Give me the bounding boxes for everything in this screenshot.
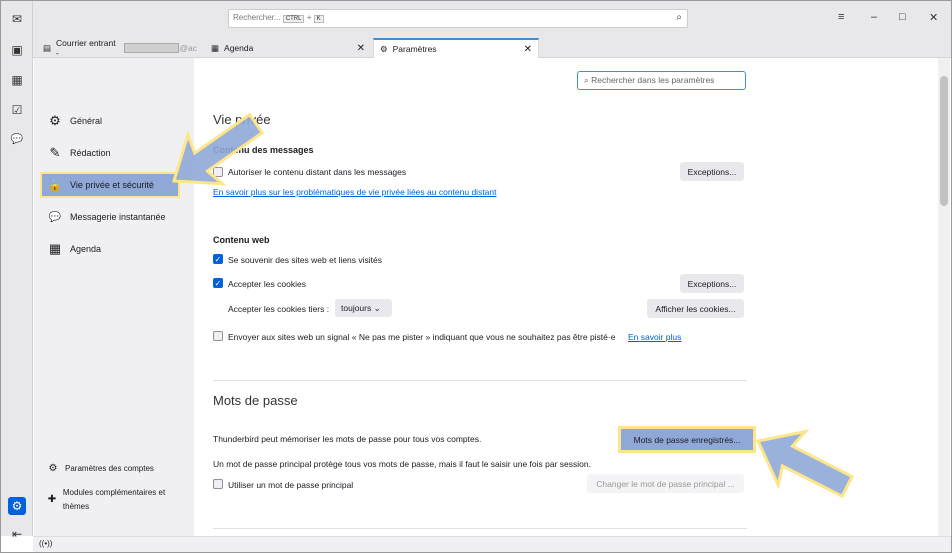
tab-inbox[interactable]: ▤ Courrier entrant - @ac bbox=[37, 38, 203, 58]
global-search-input[interactable]: Rechercher... CTRL + K ⌕ bbox=[228, 9, 688, 28]
kbd-k: K bbox=[313, 15, 324, 23]
redacted-email bbox=[124, 43, 180, 53]
allow-remote-label: Autoriser le contenu distant dans les me… bbox=[228, 167, 407, 177]
change-primary-button[interactable]: Changer le mot de passe principal ... bbox=[587, 474, 744, 493]
mail-icon[interactable]: ✉ bbox=[10, 12, 24, 26]
saved-passwords-button[interactable]: Mots de passe enregistrés... bbox=[618, 426, 756, 453]
minimize-button[interactable]: – bbox=[871, 11, 877, 23]
chat-icon: 💬 bbox=[48, 211, 62, 223]
heading-web-content: Contenu web bbox=[213, 235, 270, 245]
search-icon[interactable]: ⌕ bbox=[676, 12, 682, 23]
remote-exceptions-button[interactable]: Exceptions... bbox=[680, 162, 744, 181]
scrollbar-thumb[interactable] bbox=[940, 76, 948, 206]
sidebar-item-label: Modules complémentaires et thèmes bbox=[62, 488, 166, 511]
settings-sidebar: ⚙ Général ✎ Rédaction 🔒 Vie privée et sécur… bbox=[34, 58, 194, 536]
sidebar-item-label: Général bbox=[70, 116, 103, 126]
pencil-icon: ✎ bbox=[49, 145, 61, 160]
cookie-exceptions-button[interactable]: Exceptions... bbox=[680, 274, 744, 293]
accept-cookies-checkbox[interactable]: ✓ bbox=[213, 278, 223, 288]
kbd-ctrl: CTRL bbox=[282, 15, 305, 23]
thunderbird-window: ✉ ▣ ▦ ☑ 💬 ⚙ ⇤ Rechercher... CTRL + K ⌕ ≡… bbox=[0, 0, 952, 553]
dnt-learn-more-link[interactable]: En savoir plus bbox=[628, 332, 681, 342]
sidebar-item-composition[interactable]: ✎ Rédaction bbox=[46, 140, 186, 166]
inbox-icon: ▤ bbox=[43, 42, 52, 53]
sidebar-account-settings[interactable]: ⚙ Paramètres des comptes bbox=[44, 460, 184, 476]
tab-label: Paramètres bbox=[392, 44, 437, 54]
calendar-icon[interactable]: ▦ bbox=[10, 73, 24, 87]
section-title-privacy: Vie privée bbox=[213, 112, 271, 127]
chevron-down-icon: ⌄ bbox=[373, 303, 381, 313]
gear-icon: ⚙ bbox=[48, 462, 58, 474]
tab-label: Courrier entrant - bbox=[56, 38, 116, 58]
third-party-select[interactable]: toujours ⌄ bbox=[335, 299, 392, 317]
calendar-icon: ▦ bbox=[48, 241, 62, 256]
use-primary-checkbox[interactable] bbox=[213, 479, 223, 489]
sidebar-item-label: Rédaction bbox=[70, 148, 111, 158]
sidebar-item-general[interactable]: ⚙ Général bbox=[46, 108, 186, 134]
passwords-text: Thunderbird peut mémoriser les mots de p… bbox=[213, 434, 482, 444]
sidebar-item-calendar[interactable]: ▦ Agenda bbox=[46, 236, 186, 262]
tasks-icon[interactable]: ☑ bbox=[10, 103, 24, 117]
address-book-icon[interactable]: ▣ bbox=[10, 43, 24, 57]
settings-content: ⌕ Rechercher dans les paramètres Vie pri… bbox=[194, 58, 938, 536]
calendar-icon: ▦ bbox=[211, 42, 220, 53]
heading-message-content: Contenu des messages bbox=[213, 145, 314, 155]
close-window-button[interactable]: ✕ bbox=[929, 11, 938, 24]
show-cookies-button[interactable]: Afficher les cookies... bbox=[647, 299, 744, 318]
close-tab-icon[interactable]: ✕ bbox=[524, 44, 532, 55]
select-value: toujours bbox=[341, 303, 372, 313]
chat-icon[interactable]: 💬 bbox=[10, 133, 24, 147]
wifi-icon: ((•)) bbox=[39, 539, 53, 548]
section-title-passwords: Mots de passe bbox=[213, 393, 298, 408]
tab-label: Agenda bbox=[224, 43, 254, 53]
primary-password-text: Un mot de passe principal protège tous v… bbox=[213, 459, 591, 469]
search-placeholder: Rechercher dans les paramètres bbox=[591, 75, 715, 85]
tab-agenda[interactable]: ▦ Agenda ✕ bbox=[205, 38, 371, 58]
close-tab-icon[interactable]: ✕ bbox=[357, 43, 365, 54]
maximize-button[interactable]: □ bbox=[899, 11, 906, 23]
gear-icon: ⚙ bbox=[380, 43, 388, 54]
lock-icon: 🔒 bbox=[48, 179, 62, 192]
dnt-checkbox[interactable] bbox=[213, 331, 223, 341]
scrollbar[interactable] bbox=[938, 58, 950, 536]
remember-sites-checkbox[interactable]: ✓ bbox=[213, 254, 223, 264]
sidebar-item-label: Messagerie instantanée bbox=[70, 212, 166, 222]
allow-remote-checkbox[interactable] bbox=[213, 167, 223, 177]
sidebar-addons[interactable]: ✚ Modules complémentaires et thèmes bbox=[44, 486, 174, 514]
gear-icon: ⚙ bbox=[49, 113, 61, 128]
sidebar-item-privacy[interactable]: 🔒 Vie privée et sécurité bbox=[40, 172, 180, 198]
puzzle-icon: ✚ bbox=[47, 494, 57, 505]
tab-bar: ▤ Courrier entrant - @ac ▦ Agenda ✕ ⚙ Pa… bbox=[33, 36, 951, 58]
divider bbox=[213, 528, 747, 529]
third-party-label: Accepter les cookies tiers : bbox=[228, 304, 330, 314]
spaces-toolbar: ✉ ▣ ▦ ☑ 💬 ⚙ ⇤ bbox=[1, 1, 33, 541]
menu-icon[interactable]: ≡ bbox=[838, 11, 844, 23]
collapse-icon[interactable]: ⇤ bbox=[10, 527, 24, 541]
tab-label-suffix: @ac bbox=[179, 43, 197, 53]
top-toolbar: Rechercher... CTRL + K ⌕ ≡ – □ ✕ bbox=[33, 1, 951, 36]
search-placeholder: Rechercher... bbox=[233, 13, 281, 22]
learn-remote-link[interactable]: En savoir plus sur les problématiques de… bbox=[213, 187, 497, 197]
remember-sites-label: Se souvenir des sites web et liens visit… bbox=[228, 255, 383, 265]
sidebar-item-label: Paramètres des comptes bbox=[65, 463, 154, 473]
status-bar: ((•)) bbox=[33, 536, 951, 552]
accept-cookies-label: Accepter les cookies bbox=[228, 279, 306, 289]
divider bbox=[213, 380, 747, 381]
use-primary-label: Utiliser un mot de passe principal bbox=[228, 480, 354, 490]
dnt-label: Envoyer aux sites web un signal « Ne pas… bbox=[228, 332, 616, 342]
kbd-plus: + bbox=[306, 13, 312, 22]
sidebar-item-label: Vie privée et sécurité bbox=[70, 180, 154, 190]
sidebar-item-chat[interactable]: 💬 Messagerie instantanée bbox=[46, 204, 186, 230]
settings-search-input[interactable]: ⌕ Rechercher dans les paramètres bbox=[577, 71, 746, 90]
settings-gear-icon[interactable]: ⚙ bbox=[8, 497, 26, 515]
sidebar-item-label: Agenda bbox=[70, 244, 102, 254]
tab-settings[interactable]: ⚙ Paramètres ✕ bbox=[373, 38, 539, 58]
